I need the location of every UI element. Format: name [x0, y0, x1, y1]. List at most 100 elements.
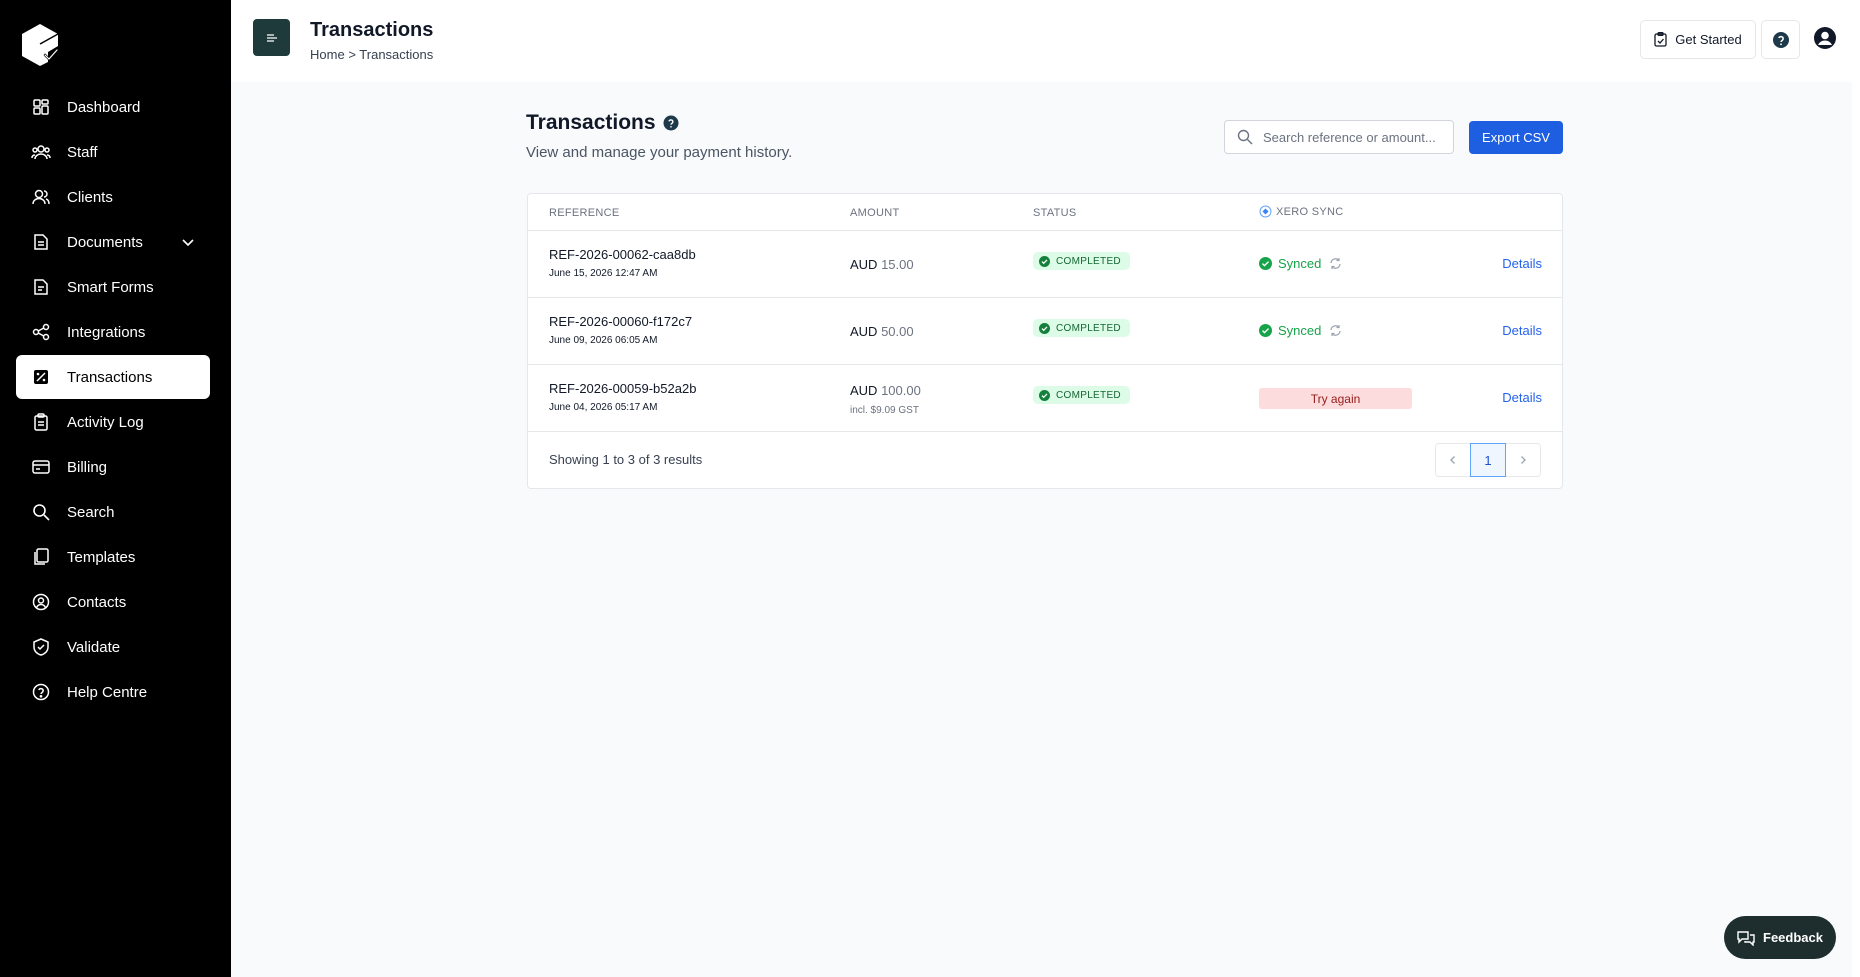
sidebar-item-integrations[interactable]: Integrations: [16, 310, 210, 354]
scrollbar[interactable]: [1852, 0, 1860, 977]
check-circle-icon: [1039, 322, 1050, 334]
details-link[interactable]: Details: [1502, 323, 1542, 338]
details-link[interactable]: Details: [1502, 390, 1542, 405]
date-cell: June 15, 2026 12:47 AM: [549, 268, 658, 279]
contacts-icon: [31, 592, 51, 612]
sidebar-item-label: Documents: [67, 233, 143, 251]
sidebar-item-staff[interactable]: Staff: [16, 130, 210, 174]
amount-cell: AUD 50.00: [850, 324, 914, 339]
sync-status: Synced: [1259, 323, 1342, 338]
sidebar-item-transactions[interactable]: Transactions: [16, 355, 210, 399]
status-badge: COMPLETED: [1033, 252, 1130, 270]
status-badge: COMPLETED: [1033, 319, 1130, 337]
amount-cell: AUD 100.00: [850, 383, 921, 398]
column-header-reference: REFERENCE: [549, 207, 620, 219]
sidebar-item-label: Contacts: [67, 593, 127, 611]
sidebar-item-search[interactable]: Search: [16, 490, 210, 534]
sync-status: Synced: [1259, 256, 1342, 271]
refresh-icon[interactable]: [1329, 257, 1342, 270]
status-label: COMPLETED: [1056, 322, 1121, 334]
transactions-table: REFERENCE AMOUNT STATUS XERO SYNC REF-20…: [527, 193, 1563, 489]
feedback-button[interactable]: Feedback: [1724, 916, 1836, 959]
next-page-button[interactable]: [1505, 443, 1541, 477]
status-label: COMPLETED: [1056, 389, 1121, 401]
help-button[interactable]: [1761, 20, 1800, 59]
app-logo-icon[interactable]: [18, 22, 62, 66]
pagination: 1: [1435, 443, 1541, 477]
check-circle-icon: [1039, 255, 1050, 267]
sidebar-item-billing[interactable]: Billing: [16, 445, 210, 489]
documents-icon: [31, 232, 51, 252]
breadcrumb: Home > Transactions: [310, 47, 433, 62]
get-started-button[interactable]: Get Started: [1640, 20, 1756, 59]
details-link[interactable]: Details: [1502, 256, 1542, 271]
export-csv-button[interactable]: Export CSV: [1469, 121, 1563, 154]
chevron-down-icon[interactable]: [180, 234, 196, 250]
prev-page-button[interactable]: [1435, 443, 1471, 477]
templates-icon: [31, 547, 51, 567]
date-cell: June 04, 2026 05:17 AM: [549, 402, 658, 413]
sidebar: Dashboard Staff Clients Documents Smart …: [0, 0, 231, 977]
integrations-icon: [31, 322, 51, 342]
feedback-label: Feedback: [1763, 930, 1823, 945]
clients-icon: [31, 187, 51, 207]
currency: AUD: [850, 383, 878, 398]
column-header-status: STATUS: [1033, 207, 1077, 219]
chat-bubbles-icon: [1737, 930, 1755, 946]
amount-value: 15.00: [881, 257, 914, 272]
reference-cell: REF-2026-00060-f172c7: [549, 314, 693, 329]
sidebar-item-validate[interactable]: Validate: [16, 625, 210, 669]
section-title-text: Transactions: [526, 111, 656, 134]
table-row: REF-2026-00062-caa8db June 15, 2026 12:4…: [528, 231, 1562, 298]
sidebar-item-label: Integrations: [67, 323, 146, 341]
status-label: COMPLETED: [1056, 255, 1121, 267]
clipboard-check-icon: [1654, 32, 1667, 47]
sync-label: Synced: [1278, 323, 1322, 338]
sidebar-item-help-centre[interactable]: Help Centre: [16, 670, 210, 714]
table-row: REF-2026-00060-f172c7 June 09, 2026 06:0…: [528, 298, 1562, 365]
section-subtitle: View and manage your payment history.: [526, 144, 793, 161]
search-icon: [1237, 129, 1253, 145]
sidebar-item-activity-log[interactable]: Activity Log: [16, 400, 210, 444]
reference-cell: REF-2026-00062-caa8db: [549, 247, 696, 262]
sidebar-item-clients[interactable]: Clients: [16, 175, 210, 219]
try-again-button[interactable]: Try again: [1259, 388, 1412, 409]
sidebar-item-label: Templates: [67, 548, 136, 566]
column-header-sync-label: XERO SYNC: [1276, 205, 1344, 218]
amount-value: 100.00: [881, 383, 921, 398]
page-button-1[interactable]: 1: [1470, 443, 1506, 477]
refresh-icon[interactable]: [1329, 324, 1342, 337]
table-footer: Showing 1 to 3 of 3 results 1: [528, 432, 1562, 488]
amount-value: 50.00: [881, 324, 914, 339]
transactions-icon: [31, 367, 51, 387]
menu-toggle-button[interactable]: [253, 19, 290, 56]
chevron-left-icon: [1450, 456, 1455, 464]
sidebar-item-label: Help Centre: [67, 683, 148, 701]
sidebar-item-label: Activity Log: [67, 413, 144, 431]
breadcrumb-home[interactable]: Home: [310, 47, 345, 62]
sidebar-item-label: Transactions: [67, 368, 153, 386]
sidebar-item-dashboard[interactable]: Dashboard: [16, 85, 210, 129]
info-icon[interactable]: [663, 115, 679, 131]
sync-label: Synced: [1278, 256, 1322, 271]
help-icon: [1772, 31, 1789, 48]
sidebar-item-smart-forms[interactable]: Smart Forms: [16, 265, 210, 309]
dashboard-icon: [31, 97, 51, 117]
search-box[interactable]: [1224, 120, 1454, 154]
search-input[interactable]: [1263, 129, 1443, 145]
smart-forms-icon: [31, 277, 51, 297]
check-circle-icon: [1259, 257, 1272, 270]
sidebar-item-templates[interactable]: Templates: [16, 535, 210, 579]
breadcrumb-separator: >: [348, 47, 356, 62]
sidebar-item-label: Validate: [67, 638, 121, 656]
validate-icon: [31, 637, 51, 657]
billing-icon: [31, 457, 51, 477]
sidebar-item-documents[interactable]: Documents: [16, 220, 210, 264]
currency: AUD: [850, 324, 878, 339]
reference-cell: REF-2026-00059-b52a2b: [549, 381, 697, 396]
top-bar: Transactions Home > Transactions Get Sta…: [231, 0, 1860, 82]
user-avatar-icon[interactable]: [1813, 26, 1837, 50]
search-icon: [31, 502, 51, 522]
sidebar-item-contacts[interactable]: Contacts: [16, 580, 210, 624]
sidebar-item-label: Staff: [67, 143, 98, 161]
